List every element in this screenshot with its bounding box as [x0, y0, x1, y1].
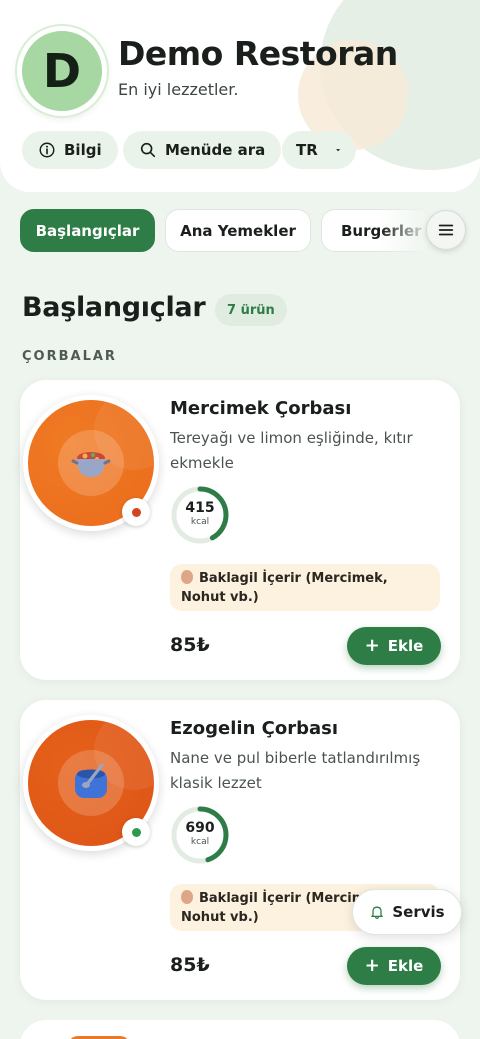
add-to-cart-button[interactable]: + Ekle — [347, 947, 441, 985]
calorie-ring: 415 kcal — [169, 484, 231, 546]
plus-icon: + — [364, 955, 380, 976]
menu-item-card[interactable] — [20, 1020, 460, 1039]
info-button[interactable]: Bilgi — [22, 131, 118, 169]
plus-icon: + — [364, 635, 380, 656]
info-icon — [39, 142, 55, 158]
tab-baslangiclar[interactable]: Başlangıçlar — [20, 209, 155, 252]
allergen-note: Baklagil İçerir (Mercimek, Nohut vb.) — [170, 564, 440, 611]
allergen-text: Baklagil İçerir (Mercimek, Nohut vb.) — [181, 571, 388, 605]
tab-ana-yemekler[interactable]: Ana Yemekler — [165, 209, 311, 252]
category-tabs: Başlangıçlar Ana Yemekler Burgerler — [0, 208, 480, 254]
service-label: Servis — [392, 903, 445, 921]
bean-icon — [181, 890, 193, 904]
calorie-unit: kcal — [190, 517, 210, 527]
language-value: TR — [296, 141, 318, 159]
language-select[interactable]: TR — [282, 131, 356, 169]
calorie-unit: kcal — [190, 837, 210, 847]
soup-bowl-icon — [75, 763, 107, 798]
menu-item-card[interactable]: Ezogelin Çorbası Nane ve pul biberle tat… — [20, 700, 460, 1000]
tabs-fade — [380, 208, 430, 254]
info-label: Bilgi — [64, 141, 102, 159]
subsection-title: ÇORBALAR — [22, 349, 117, 364]
soup-pot-icon — [71, 452, 111, 477]
status-indicator — [122, 818, 150, 846]
restaurant-header: D Demo Restoran En iyi lezzetler. Bilgi … — [0, 0, 480, 192]
menu-item-card[interactable]: Mercimek Çorbası Tereyağı ve limon eşliğ… — [20, 380, 460, 680]
restaurant-name: Demo Restoran — [118, 34, 398, 73]
dish-price: 85₺ — [170, 634, 210, 656]
restaurant-logo: D — [17, 26, 107, 116]
dish-name: Mercimek Çorbası — [170, 398, 352, 419]
dish-description: Nane ve pul biberle tatlandırılmış klasi… — [170, 749, 421, 792]
item-count-badge: 7 ürün — [215, 294, 287, 326]
dish-description: Tereyağı ve limon eşliğinde, kıtır ekmek… — [170, 429, 413, 472]
status-indicator — [122, 498, 150, 526]
category-menu-button[interactable] — [426, 210, 466, 250]
bell-icon — [371, 906, 384, 919]
hamburger-menu-icon — [438, 224, 454, 236]
dish-name: Ezogelin Çorbası — [170, 718, 339, 739]
menu-search-button[interactable]: Menüde ara — [123, 131, 282, 169]
section-title: Başlangıçlar — [22, 292, 206, 323]
dish-price: 85₺ — [170, 954, 210, 976]
add-to-cart-button[interactable]: + Ekle — [347, 627, 441, 665]
calorie-value: 690 — [185, 820, 215, 836]
restaurant-tagline: En iyi lezzetler. — [118, 80, 239, 99]
calorie-value: 415 — [185, 500, 215, 516]
call-service-button[interactable]: Servis — [352, 889, 462, 935]
caret-down-icon — [335, 149, 340, 152]
search-label: Menüde ara — [165, 141, 266, 159]
search-icon — [140, 142, 156, 158]
calorie-ring: 690 kcal — [169, 804, 231, 866]
add-label: Ekle — [387, 637, 424, 655]
add-label: Ekle — [387, 957, 424, 975]
bean-icon — [181, 570, 193, 584]
